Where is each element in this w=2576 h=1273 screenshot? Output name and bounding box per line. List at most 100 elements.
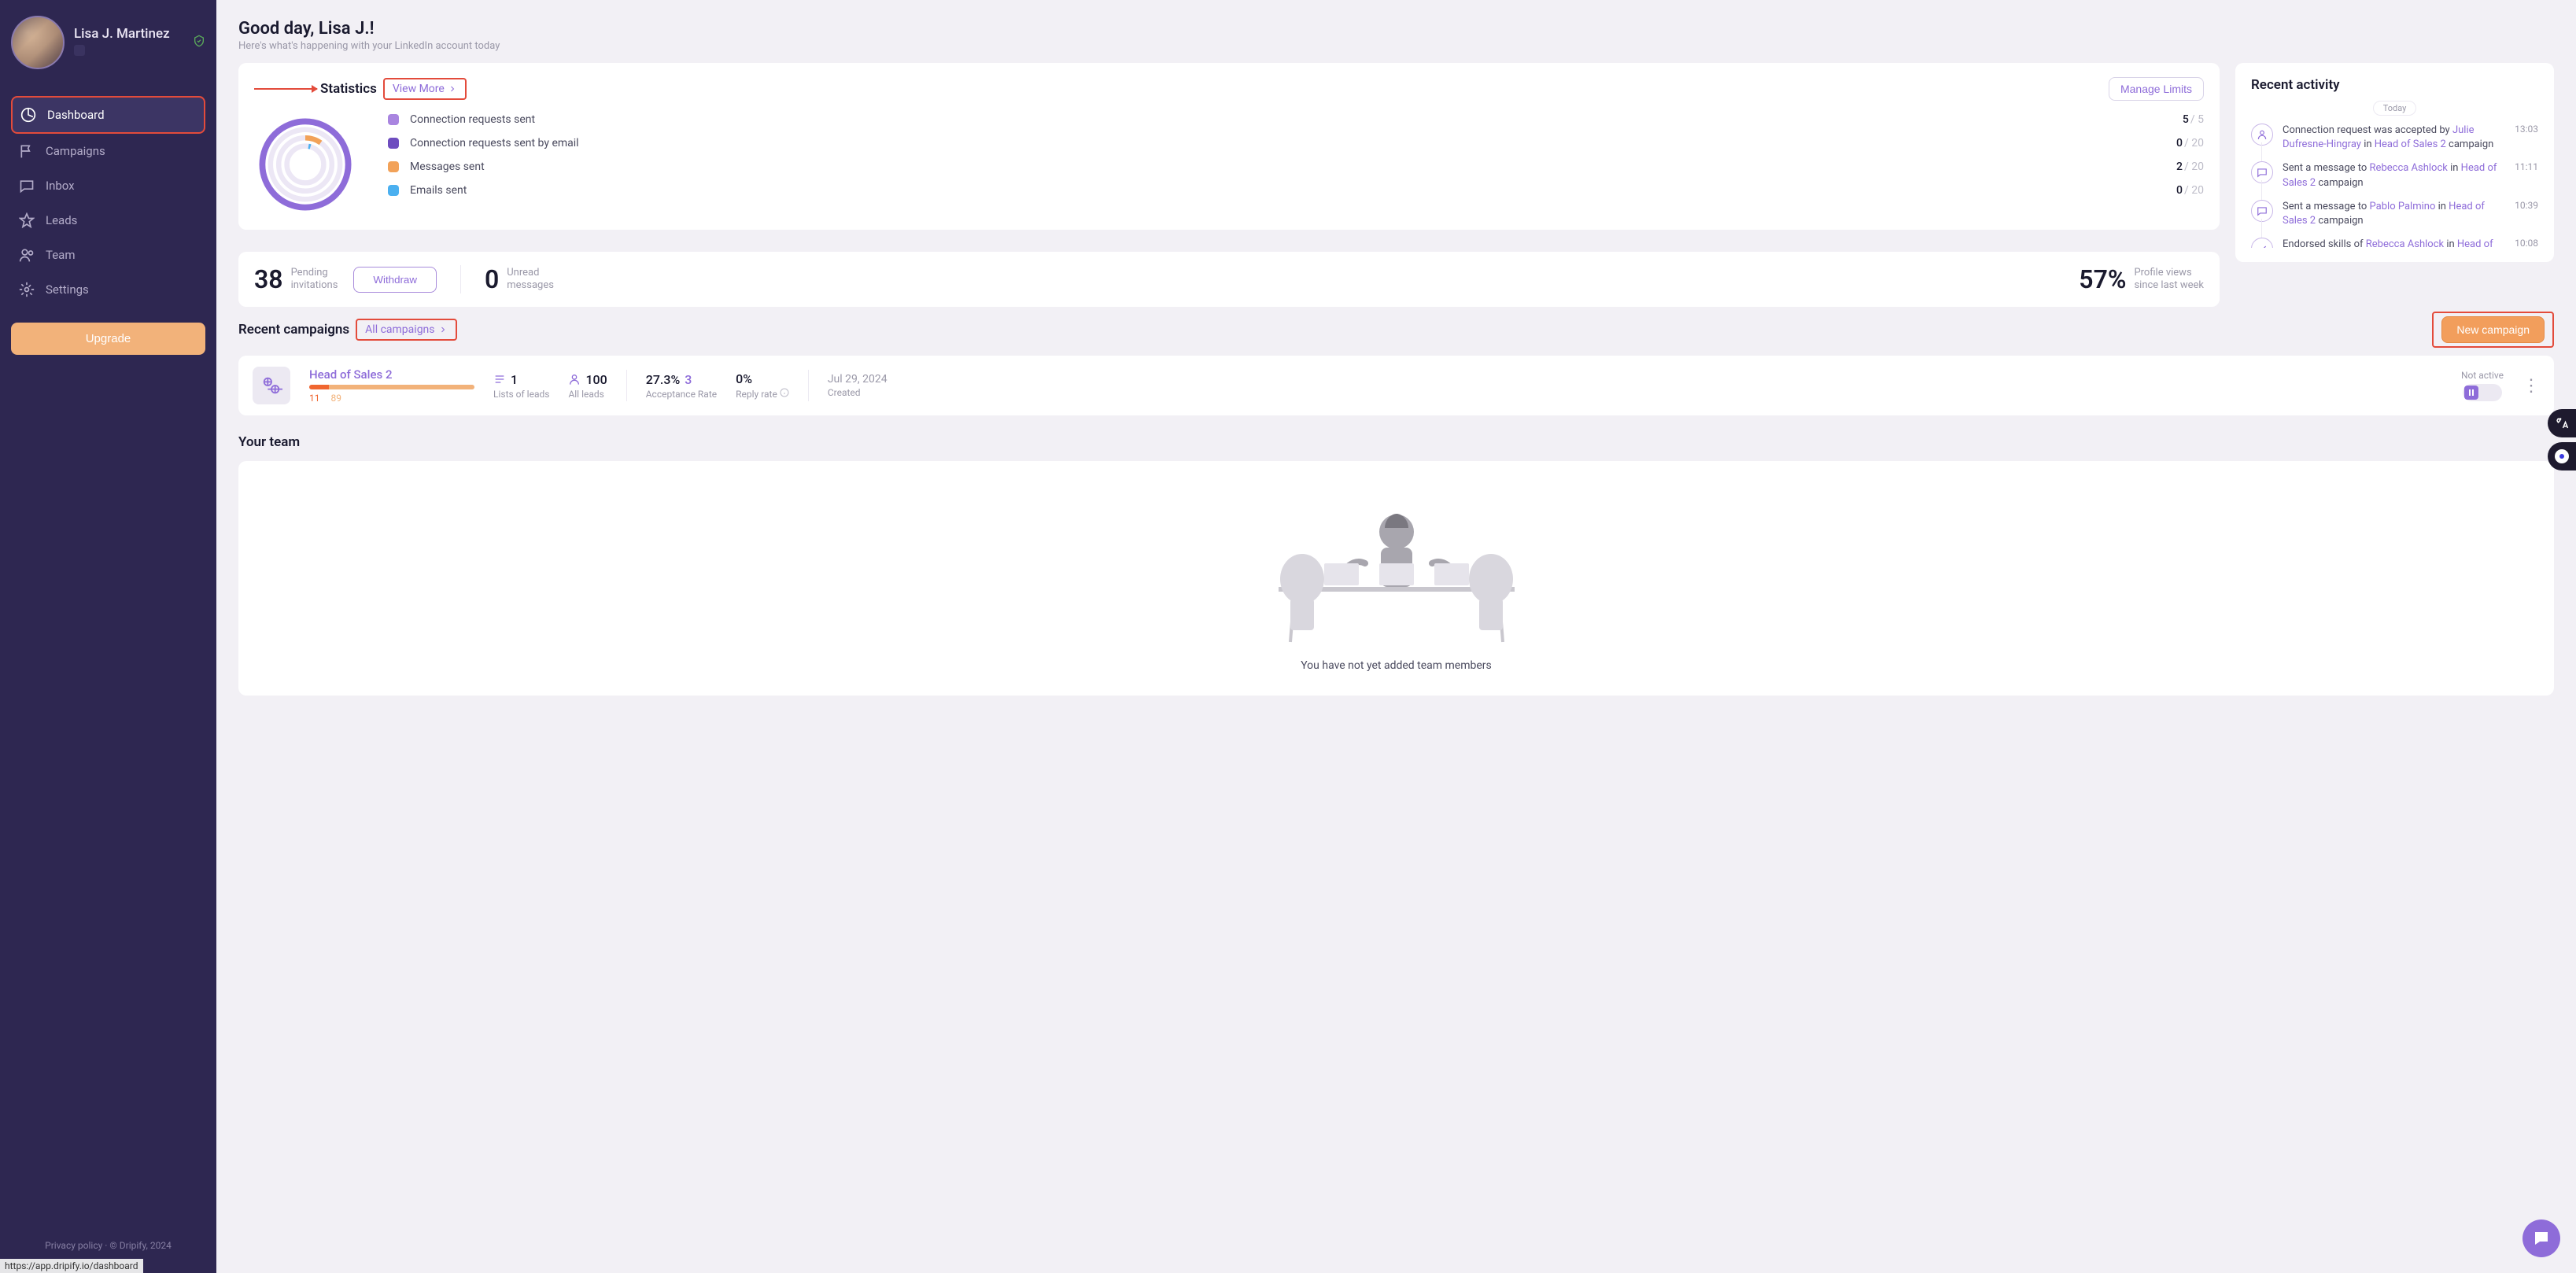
recent-activity-card: Recent activity Today Connection request… xyxy=(2235,63,2554,262)
activity-item[interactable]: Endorsed skills of Rebecca Ashlock in He… xyxy=(2251,233,2538,248)
new-campaign-button[interactable]: New campaign xyxy=(2441,316,2545,343)
user-icon xyxy=(568,373,581,386)
sidebar-item-dashboard[interactable]: Dashboard xyxy=(11,96,205,134)
stat-label: Connection requests sent xyxy=(410,113,2172,126)
sidebar-item-leads[interactable]: Leads xyxy=(11,203,205,238)
annotation-highlight: View More xyxy=(383,78,467,100)
activity-item[interactable]: Sent a message to Rebecca Ashlock in Hea… xyxy=(2251,157,2538,194)
metric-views: 57% Profile viewssince last week xyxy=(2079,264,2204,294)
main: Good day, Lisa J.! Here's what's happeni… xyxy=(216,0,2576,1273)
stat-row: Emails sent0/ 20 xyxy=(388,184,2204,197)
activity-time: 10:08 xyxy=(2515,238,2538,248)
avatar[interactable] xyxy=(11,16,65,69)
campaign-icon xyxy=(253,367,290,404)
stats-donut-chart xyxy=(254,113,356,216)
withdraw-button[interactable]: Withdraw xyxy=(353,267,437,293)
user-icon xyxy=(2251,124,2273,146)
device-badge-icon xyxy=(74,45,85,56)
pause-icon xyxy=(2464,386,2478,400)
stat-value: 5 xyxy=(2183,113,2189,126)
color-dot-icon xyxy=(388,138,399,149)
nav-label: Settings xyxy=(46,282,89,297)
metric-unread: 0 Unreadmessages xyxy=(485,264,554,294)
activity-text: Endorsed skills of Rebecca Ashlock in He… xyxy=(2283,238,2505,248)
sidebar-item-team[interactable]: Team xyxy=(11,238,205,272)
chevron-right-icon xyxy=(448,84,457,94)
profile-name: Lisa J. Martinez xyxy=(74,26,170,42)
stat-value: 2 xyxy=(2176,161,2183,173)
profile-block: Lisa J. Martinez xyxy=(11,11,205,80)
chat-support-button[interactable] xyxy=(2522,1219,2560,1257)
sidebar-item-settings[interactable]: Settings xyxy=(11,272,205,307)
msg-icon xyxy=(2251,161,2273,183)
info-icon[interactable] xyxy=(780,388,789,397)
activity-item[interactable]: Connection request was accepted by Julie… xyxy=(2251,119,2538,157)
manage-limits-button[interactable]: Manage Limits xyxy=(2109,77,2204,101)
flag-icon xyxy=(19,143,35,159)
check-icon xyxy=(2251,238,2273,248)
activity-item[interactable]: Sent a message to Pablo Palmino in Head … xyxy=(2251,195,2538,233)
nav-label: Leads xyxy=(46,213,77,227)
sidebar-item-campaigns[interactable]: Campaigns xyxy=(11,134,205,168)
activity-time: 10:39 xyxy=(2515,200,2538,228)
nav-label: Dashboard xyxy=(47,108,105,122)
annotation-highlight: New campaign xyxy=(2432,312,2554,348)
campaign-created-stat: Jul 29, 2024 Created xyxy=(828,373,888,398)
face-icon xyxy=(2555,449,2569,463)
stat-label: Messages sent xyxy=(410,161,2165,173)
campaign-name[interactable]: Head of Sales 2 xyxy=(309,367,474,382)
activity-title: Recent activity xyxy=(2251,77,2538,93)
greeting-block: Good day, Lisa J.! Here's what's happeni… xyxy=(238,19,2554,52)
campaign-acceptance-stat: 27.3%3 Acceptance Rate xyxy=(646,372,717,400)
stat-max: / 20 xyxy=(2184,137,2204,149)
team-empty-state: You have not yet added team members xyxy=(238,461,2554,696)
toggle-switch[interactable] xyxy=(2463,384,2502,401)
annotation-arrow-icon xyxy=(254,88,317,90)
metrics-strip: 38 Pendinginvitations Withdraw 0 Unreadm… xyxy=(238,252,2220,307)
campaign-reply-stat: 0% Reply rate xyxy=(736,371,789,400)
pie-chart-icon xyxy=(20,107,36,123)
stat-value: 0 xyxy=(2176,137,2183,149)
campaign-menu-button[interactable]: ⋮ xyxy=(2522,376,2540,396)
stat-max: / 20 xyxy=(2184,161,2204,173)
statistics-title: Statistics xyxy=(320,81,377,97)
page-title: Good day, Lisa J.! xyxy=(238,19,2554,39)
campaign-row[interactable]: Head of Sales 2 1189 1 Lists of leads 10… xyxy=(238,356,2554,415)
nav-label: Campaigns xyxy=(46,144,105,158)
stat-row: Messages sent 2/ 20 xyxy=(388,161,2204,173)
nav-label: Team xyxy=(46,248,76,262)
footer-links[interactable]: Privacy policy · © Dripify, 2024 xyxy=(0,1240,216,1251)
color-dot-icon xyxy=(388,185,399,196)
stat-row: Connection requests sent 5/ 5 xyxy=(388,113,2204,126)
translate-icon xyxy=(2555,416,2569,430)
sidebar-item-inbox[interactable]: Inbox xyxy=(11,168,205,203)
list-icon xyxy=(493,373,506,386)
page-subtitle: Here's what's happening with your Linked… xyxy=(238,40,2554,52)
all-campaigns-link[interactable]: All campaigns xyxy=(365,323,447,336)
campaign-status-toggle: Not active xyxy=(2461,370,2504,401)
statistics-card: Statistics View More Manage Limits xyxy=(238,63,2220,230)
gear-icon xyxy=(19,282,35,297)
activity-text: Connection request was accepted by Julie… xyxy=(2283,124,2505,152)
translate-float-button[interactable] xyxy=(2548,409,2576,437)
recent-campaigns-title: Recent campaigns xyxy=(238,322,349,338)
chat-icon xyxy=(2532,1229,2551,1248)
view-more-link[interactable]: View More xyxy=(393,83,457,95)
color-dot-icon xyxy=(388,114,399,125)
stat-label: Connection requests sent by email xyxy=(410,137,2165,149)
activity-text: Sent a message to Pablo Palmino in Head … xyxy=(2283,200,2505,228)
url-hover-tooltip: https://app.dripify.io/dashboard xyxy=(0,1259,143,1273)
stat-max: / 5 xyxy=(2190,113,2204,126)
stat-row: Connection requests sent by email 0/ 20 xyxy=(388,137,2204,149)
color-dot-icon xyxy=(388,161,399,172)
campaign-leads-stat: 100 All leads xyxy=(568,372,607,400)
stat-value: 0 xyxy=(2176,184,2183,197)
users-icon xyxy=(19,247,35,263)
activity-text: Sent a message to Rebecca Ashlock in Hea… xyxy=(2283,161,2505,190)
shield-icon xyxy=(193,35,205,50)
msg-icon xyxy=(2251,200,2273,222)
widget-float-button[interactable] xyxy=(2548,442,2576,470)
upgrade-button[interactable]: Upgrade xyxy=(11,323,205,355)
metric-pending: 38 Pendinginvitations xyxy=(254,264,338,294)
activity-time: 11:11 xyxy=(2515,161,2538,190)
